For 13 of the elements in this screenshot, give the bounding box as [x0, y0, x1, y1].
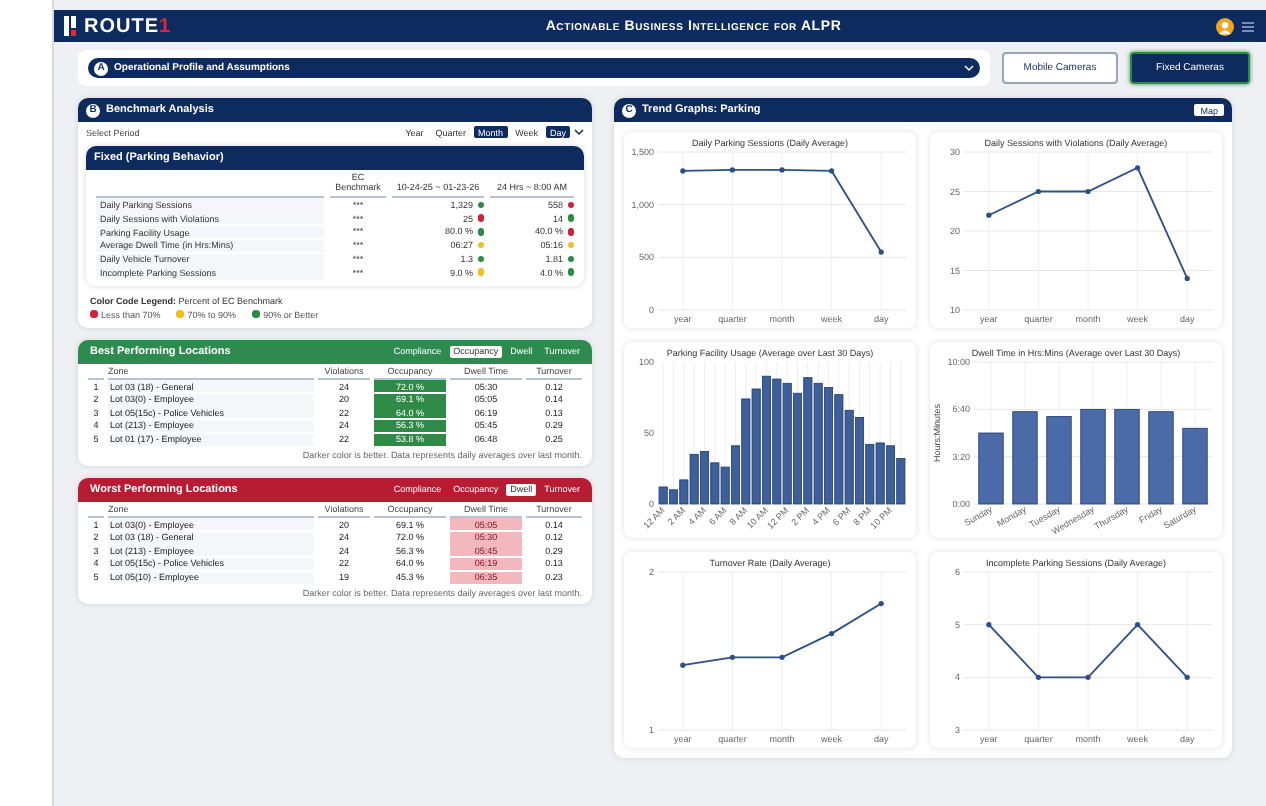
logo-icon	[64, 16, 76, 36]
menu-icon[interactable]	[1242, 21, 1254, 31]
avatar-icon	[1216, 17, 1234, 35]
logo-text: ROUTE1	[84, 15, 172, 37]
bar	[1046, 416, 1072, 505]
bar	[1182, 427, 1208, 505]
bar	[1148, 411, 1174, 505]
bar	[1080, 408, 1106, 505]
bar	[1012, 411, 1038, 505]
bar	[1114, 408, 1140, 505]
chevron-icon	[964, 64, 974, 72]
chevron-icon	[574, 128, 584, 136]
bar	[978, 432, 1004, 505]
